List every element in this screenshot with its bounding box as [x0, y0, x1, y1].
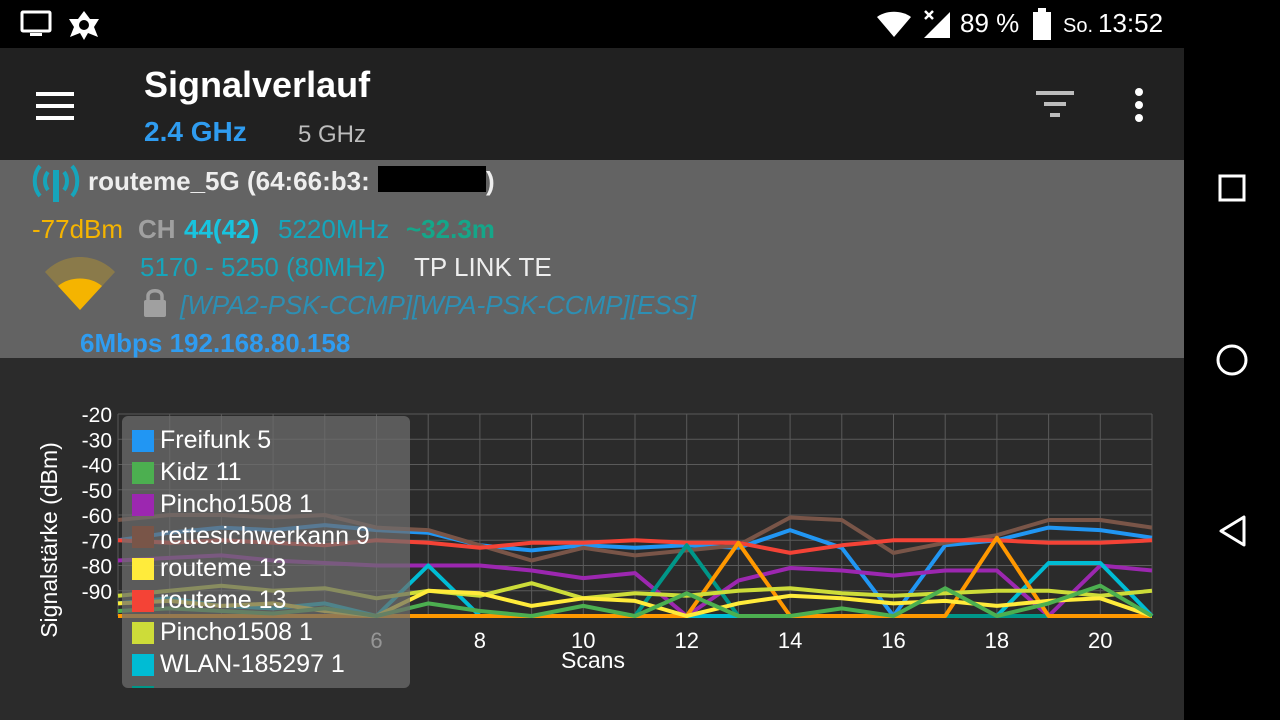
legend-label: routeme 13 [160, 554, 287, 582]
chart-legend: Freifunk 5 Kidz 11 Pincho1508 1 rettesichwe… [122, 416, 410, 688]
menu-icon[interactable] [36, 92, 76, 122]
network-ssid-close: ) [486, 166, 495, 196]
y-tick-label: -90 [82, 581, 112, 604]
lock-icon [144, 289, 166, 317]
legend-label: Freifunk 5 [160, 426, 272, 454]
x-tick-label: 14 [778, 628, 802, 653]
legend-label: rettesichwerkann 9 [160, 522, 370, 550]
wifi-strength-icon [45, 257, 115, 310]
y-tick-label: -50 [82, 480, 112, 503]
x-tick-label: 18 [985, 628, 1009, 653]
legend-swatch [132, 430, 154, 452]
y-tick-label: -70 [82, 530, 112, 553]
status-time: 13:52 [1098, 8, 1164, 38]
x-tick-label: 12 [674, 628, 698, 653]
battery-icon [1033, 8, 1051, 40]
x-axis-title: Scans [561, 647, 625, 673]
x-tick-label: 16 [881, 628, 905, 653]
y-tick-label: -80 [82, 556, 112, 579]
status-bar: 89 % So. 13:52 [0, 0, 1184, 48]
frequency-range: 5170 - 5250 (80MHz) [140, 252, 386, 282]
legend-label: Pincho1508 1 [160, 490, 313, 518]
network-ssid: routeme_5G (64:66:b3: [88, 166, 370, 196]
channel-label: CH [138, 214, 176, 244]
tab-2-4-ghz[interactable]: 2.4 GHz [144, 116, 247, 148]
y-tick-label: -30 [82, 429, 112, 452]
page-title: Signalverlauf [144, 64, 371, 105]
distance: ~32.3m [406, 214, 495, 244]
legend-label: WLAN-185297 1 [160, 650, 345, 678]
legend-swatch [132, 462, 154, 484]
link-info: 6Mbps 192.168.80.158 [80, 328, 351, 358]
y-tick-label: -20 [82, 404, 112, 427]
channel-value: 44(42) [184, 214, 260, 244]
legend-swatch [132, 654, 154, 676]
status-day: So. [1063, 15, 1094, 37]
signal-level: -77dBm [32, 214, 124, 244]
legend-swatch [132, 590, 154, 612]
filter-icon[interactable] [1034, 88, 1078, 120]
cell-signal-icon [924, 10, 950, 38]
navigation-bar [1184, 0, 1280, 720]
y-tick-label: -40 [82, 455, 112, 478]
recents-icon[interactable] [1218, 174, 1246, 202]
x-tick-label: 8 [474, 628, 486, 653]
capabilities: [WPA2-PSK-CCMP][WPA-PSK-CCMP][ESS] [180, 290, 697, 320]
legend-label: Pincho1508 1 [160, 618, 313, 646]
legend-label: routeme 13 [160, 586, 287, 614]
legend-swatch [132, 622, 154, 644]
battery-percent: 89 % [960, 8, 1020, 38]
y-tick-label: -60 [82, 505, 112, 528]
x-tick-label: 20 [1088, 628, 1112, 653]
legend-swatch [132, 558, 154, 580]
legend-swatch [132, 494, 154, 516]
screen-cast-icon [20, 10, 52, 36]
more-vert-icon[interactable] [1130, 86, 1150, 126]
legend-swatch [132, 526, 154, 548]
tab-5-ghz[interactable]: 5 GHz [298, 121, 366, 149]
router-icon [32, 164, 80, 202]
home-icon[interactable] [1214, 342, 1250, 378]
vendor: TP LINK TE [414, 252, 552, 282]
legend-label: Kidz 11 [160, 458, 242, 486]
app-logo-icon [69, 11, 99, 40]
frequency: 5220MHz [278, 214, 390, 244]
wifi-icon [877, 11, 911, 37]
bssid-redaction [378, 166, 486, 192]
legend-swatch [132, 686, 154, 688]
app-screen: 89 % So. 13:52 Signalverlauf 2.4 GHz 5 G… [0, 0, 1184, 720]
y-axis-title: Signalstärke (dBm) [36, 442, 62, 638]
back-icon[interactable] [1218, 514, 1248, 548]
